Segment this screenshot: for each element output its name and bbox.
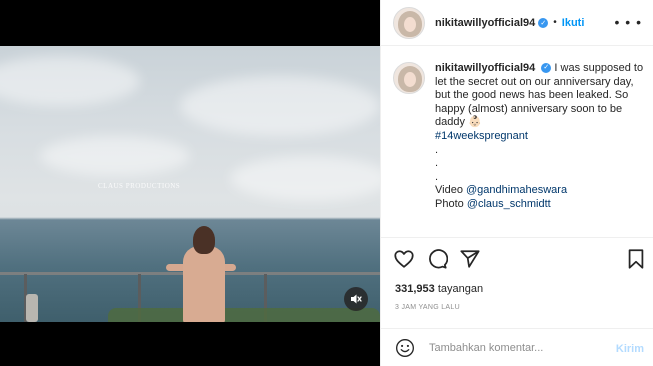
post-timestamp[interactable]: 3 JAM YANG LALU bbox=[395, 304, 460, 311]
post-header: nikitawillyofficial94 ✓ • Ikuti • • • bbox=[381, 0, 653, 46]
mute-toggle-button[interactable] bbox=[344, 287, 368, 311]
emoji-icon[interactable] bbox=[395, 338, 415, 358]
action-bar bbox=[393, 248, 647, 270]
caption-dot: . bbox=[435, 143, 439, 156]
cloud-shape bbox=[0, 56, 140, 106]
verified-badge-icon: ✓ bbox=[541, 63, 552, 74]
caption-username[interactable]: nikitawillyofficial94 bbox=[435, 62, 535, 74]
caption-comment: nikitawillyofficial94 ✓ I was supposed t… bbox=[381, 46, 653, 238]
video-watermark: CLAUS PRODUCTIONS bbox=[98, 182, 181, 190]
lantern bbox=[26, 294, 38, 322]
follow-button[interactable]: Ikuti bbox=[562, 17, 585, 29]
separator-dot: • bbox=[553, 17, 557, 28]
cloud-shape bbox=[40, 136, 190, 176]
share-icon[interactable] bbox=[459, 248, 481, 270]
avatar-face bbox=[404, 72, 416, 87]
hashtag-link[interactable]: #14weekspregnant bbox=[435, 130, 528, 142]
send-comment-button[interactable]: Kirim bbox=[616, 343, 644, 355]
caption-text: nikitawillyofficial94 ✓ I was supposed t… bbox=[435, 62, 646, 237]
cloud-shape bbox=[180, 76, 380, 136]
cloud-shape bbox=[230, 156, 380, 201]
avatar[interactable] bbox=[393, 62, 425, 94]
avatar-face bbox=[404, 16, 416, 32]
greenery bbox=[108, 308, 380, 322]
post-media: CLAUS PRODUCTIONS bbox=[0, 0, 380, 366]
woman-head bbox=[193, 226, 215, 254]
credit-video-label: Video bbox=[435, 184, 466, 197]
photo-credit-link[interactable]: @claus_schmidtt bbox=[467, 198, 551, 210]
comment-input[interactable] bbox=[429, 341, 599, 354]
view-count-number: 331,953 bbox=[395, 283, 435, 295]
more-options-icon[interactable]: • • • bbox=[615, 14, 642, 30]
view-count-label: tayangan bbox=[437, 283, 484, 295]
username-link[interactable]: nikitawillyofficial94 bbox=[435, 17, 535, 29]
heart-icon[interactable] bbox=[393, 248, 415, 270]
caption-dot: . bbox=[435, 170, 439, 183]
save-bookmark-icon[interactable] bbox=[625, 248, 647, 270]
speaker-muted-icon bbox=[351, 294, 362, 304]
credit-photo-label: Photo bbox=[435, 197, 467, 210]
avatar[interactable] bbox=[393, 6, 425, 39]
video-credit-link[interactable]: @gandhimaheswara bbox=[466, 184, 567, 196]
caption-dot: . bbox=[435, 157, 439, 170]
comment-icon[interactable] bbox=[426, 248, 448, 270]
view-count[interactable]: 331,953 tayangan bbox=[395, 283, 483, 295]
add-comment-bar: Kirim bbox=[381, 328, 653, 366]
verified-badge-icon: ✓ bbox=[538, 17, 549, 28]
woman-figure bbox=[183, 246, 225, 322]
post-details-panel: nikitawillyofficial94 ✓ • Ikuti • • • ni… bbox=[380, 0, 653, 366]
video-player[interactable]: CLAUS PRODUCTIONS bbox=[0, 46, 380, 322]
